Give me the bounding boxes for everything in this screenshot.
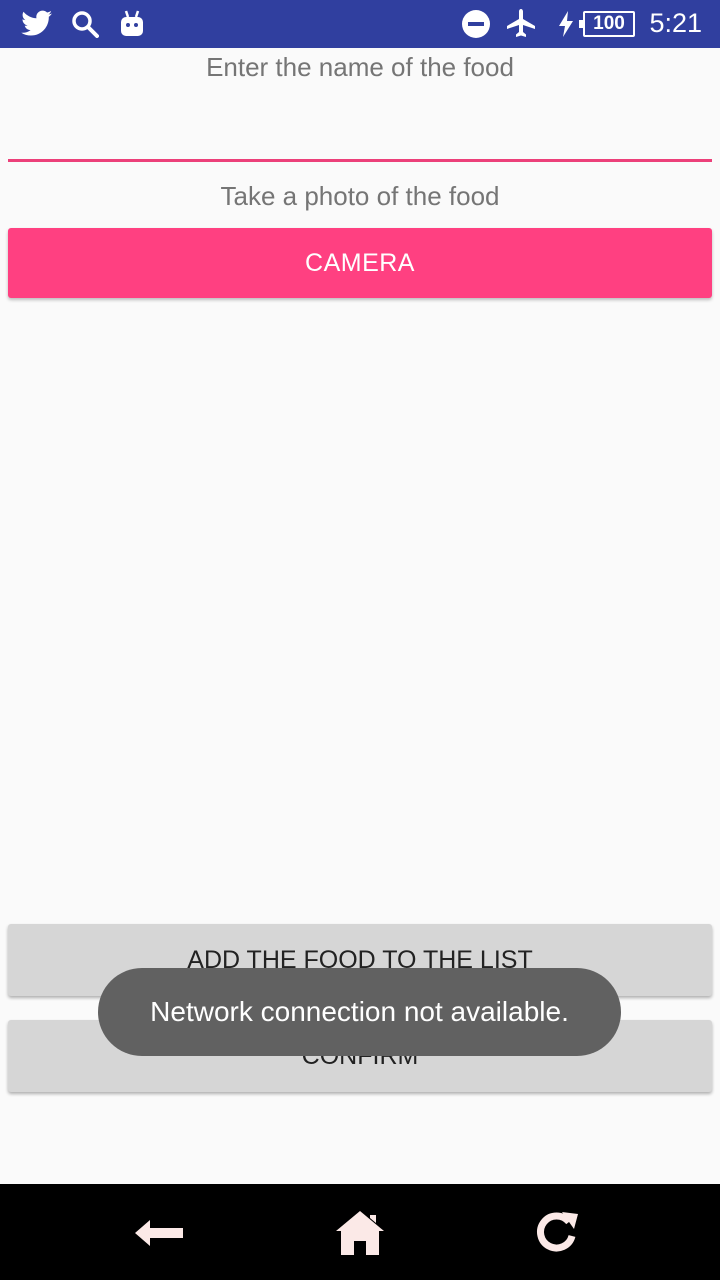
twitter-icon bbox=[20, 8, 54, 40]
airplane-mode-icon bbox=[504, 8, 538, 40]
status-bar: 100 5:21 bbox=[0, 0, 720, 48]
search-icon bbox=[70, 8, 100, 40]
status-time: 5:21 bbox=[649, 8, 702, 38]
home-icon[interactable] bbox=[325, 1198, 395, 1268]
food-name-label: Enter the name of the food bbox=[206, 52, 514, 82]
do-not-disturb-icon bbox=[460, 8, 492, 40]
camera-button[interactable]: CAMERA bbox=[8, 228, 712, 298]
refresh-icon[interactable] bbox=[522, 1198, 592, 1268]
back-arrow-icon[interactable] bbox=[125, 1198, 195, 1268]
charging-icon bbox=[556, 8, 576, 40]
android-icon bbox=[118, 8, 146, 40]
toast-message: Network connection not available. bbox=[98, 968, 621, 1056]
food-name-input[interactable] bbox=[8, 100, 712, 162]
navigation-bar bbox=[0, 1184, 720, 1280]
battery-icon: 100 bbox=[579, 11, 635, 37]
photo-label: Take a photo of the food bbox=[220, 181, 500, 211]
